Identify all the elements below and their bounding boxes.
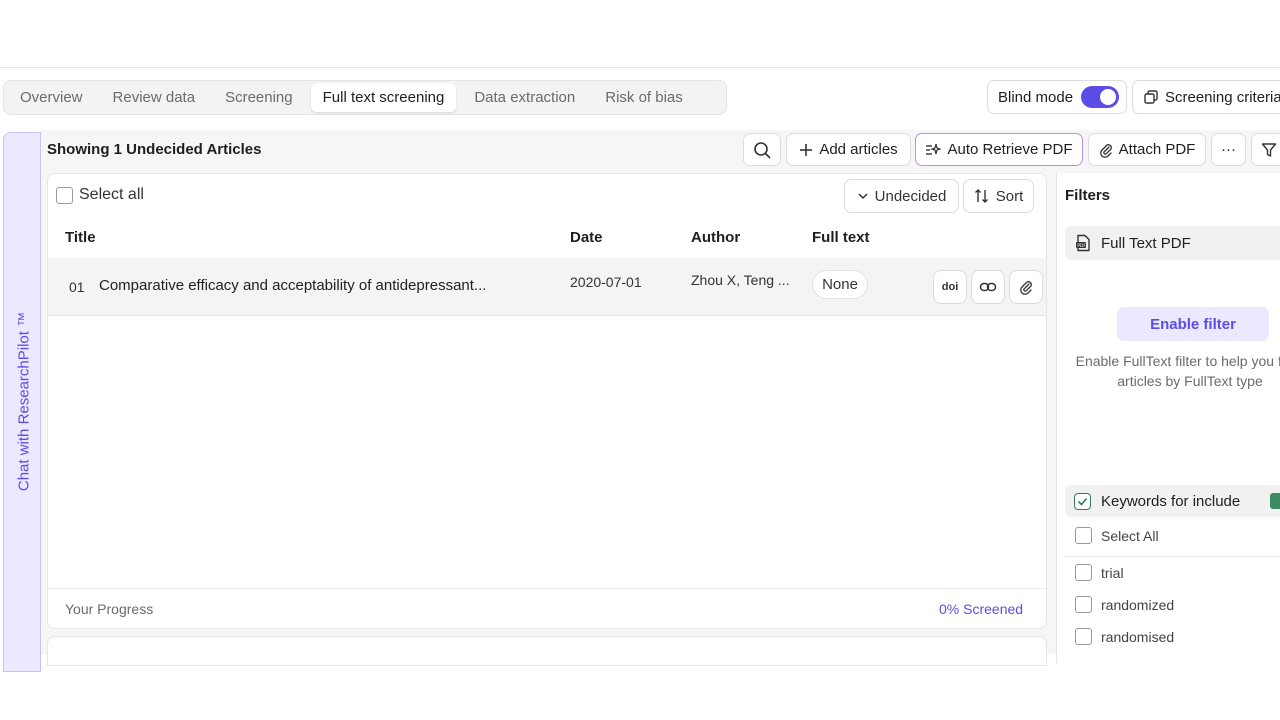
progress-label: Your Progress xyxy=(65,601,154,617)
attach-file-button[interactable] xyxy=(1009,270,1043,304)
status-filter-dropdown[interactable]: Undecided xyxy=(844,179,959,213)
keywords-include-filter[interactable]: Keywords for include xyxy=(1065,485,1280,517)
more-icon: ··· xyxy=(1221,141,1236,158)
tab-risk-of-bias[interactable]: Risk of bias xyxy=(593,83,695,112)
filter-divider xyxy=(1065,556,1280,557)
full-text-pdf-filter[interactable]: PDF Full Text PDF xyxy=(1065,226,1280,260)
keyword-trial-checkbox[interactable] xyxy=(1075,564,1092,581)
add-articles-label: Add articles xyxy=(819,141,898,158)
sparkle-lines-icon xyxy=(926,143,942,155)
link-icon xyxy=(979,282,997,292)
article-author: Zhou X, Teng ... xyxy=(691,272,790,288)
row-number: 01 xyxy=(69,279,85,295)
add-articles-button[interactable]: Add articles xyxy=(786,133,911,166)
blind-mode-control[interactable]: Blind mode xyxy=(987,80,1127,114)
attach-pdf-label: Attach PDF xyxy=(1118,141,1196,158)
article-date: 2020-07-01 xyxy=(570,274,642,290)
keyword-item-randomised[interactable]: randomised xyxy=(1075,628,1174,645)
keyword-select-all-label: Select All xyxy=(1101,527,1159,544)
chevron-down-icon xyxy=(858,193,868,200)
article-title[interactable]: Comparative efficacy and acceptability o… xyxy=(99,277,519,294)
screening-criteria-button[interactable]: Screening criteria xyxy=(1132,80,1280,114)
blind-mode-toggle[interactable] xyxy=(1081,86,1120,108)
keyword-randomised-label: randomised xyxy=(1101,628,1175,645)
paperclip-icon xyxy=(1020,281,1032,295)
search-button[interactable] xyxy=(743,133,781,166)
select-all-checkbox[interactable] xyxy=(56,186,73,204)
blind-mode-label: Blind mode xyxy=(998,88,1074,106)
doi-button[interactable]: doi xyxy=(933,270,967,304)
filter-button[interactable] xyxy=(1251,133,1280,166)
auto-retrieve-pdf-label: Auto Retrieve PDF xyxy=(947,141,1073,158)
tab-review-data[interactable]: Review data xyxy=(101,83,208,112)
paperclip-icon xyxy=(1099,143,1112,158)
svg-text:PDF: PDF xyxy=(1077,243,1086,249)
header-divider xyxy=(0,67,1280,68)
screening-criteria-label: Screening criteria xyxy=(1165,88,1280,106)
search-icon xyxy=(754,141,771,158)
sort-label: Sort xyxy=(995,187,1024,205)
keywords-count-badge xyxy=(1270,493,1280,509)
enable-filter-description: Enable FullText filter to help you filte… xyxy=(1075,353,1280,389)
keyword-select-all-checkbox[interactable] xyxy=(1075,527,1092,544)
link-button[interactable] xyxy=(971,270,1005,304)
tab-screening[interactable]: Screening xyxy=(213,83,305,112)
status-filter-label: Undecided xyxy=(874,187,947,205)
copy-icon xyxy=(1144,90,1158,104)
keyword-select-all[interactable]: Select All xyxy=(1075,527,1159,544)
column-header-date[interactable]: Date xyxy=(570,229,603,246)
articles-count-heading: Showing 1 Undecided Articles xyxy=(47,141,262,158)
tab-full-text-screening[interactable]: Full text screening xyxy=(310,83,457,112)
filters-title: Filters xyxy=(1065,187,1111,204)
chat-sidebar-toggle[interactable]: Chat with ResearchPilot ™ xyxy=(3,132,41,672)
select-all-label: Select all xyxy=(79,186,144,203)
full-text-pdf-label: Full Text PDF xyxy=(1101,234,1191,252)
auto-retrieve-pdf-button[interactable]: Auto Retrieve PDF xyxy=(915,133,1083,166)
sort-arrows-icon xyxy=(974,189,988,203)
keyword-trial-label: trial xyxy=(1101,564,1124,581)
keyword-randomized-label: randomized xyxy=(1101,596,1175,613)
column-header-title[interactable]: Title xyxy=(65,229,96,246)
full-text-status-badge: None xyxy=(812,270,868,299)
sort-button[interactable]: Sort xyxy=(963,179,1034,213)
check-icon xyxy=(1077,497,1088,506)
doi-icon: doi xyxy=(941,281,959,293)
app-window: Overview Review data Screening Full text… xyxy=(0,0,1280,720)
tab-overview[interactable]: Overview xyxy=(8,83,95,112)
keywords-include-label: Keywords for include xyxy=(1101,492,1241,510)
keyword-item-randomized[interactable]: randomized xyxy=(1075,596,1174,613)
pdf-file-icon: PDF xyxy=(1076,234,1090,252)
progress-divider xyxy=(48,588,1046,589)
keyword-randomized-checkbox[interactable] xyxy=(1075,596,1092,613)
attach-pdf-button[interactable]: Attach PDF xyxy=(1088,133,1206,166)
keyword-randomised-checkbox[interactable] xyxy=(1075,628,1092,645)
progress-value: 0% Screened xyxy=(939,601,1024,617)
filter-icon xyxy=(1261,142,1276,157)
enable-filter-button[interactable]: Enable filter xyxy=(1117,307,1269,341)
column-header-author[interactable]: Author xyxy=(691,229,740,246)
tab-bar: Overview Review data Screening Full text… xyxy=(3,80,727,115)
select-all-control[interactable]: Select all xyxy=(56,186,144,204)
secondary-card xyxy=(47,636,1047,666)
keywords-include-checkbox[interactable] xyxy=(1074,492,1091,510)
column-header-full-text[interactable]: Full text xyxy=(812,229,870,246)
more-options-button[interactable]: ··· xyxy=(1211,133,1246,166)
tab-data-extraction[interactable]: Data extraction xyxy=(462,83,587,112)
chat-sidebar-label: Chat with ResearchPilot ™ xyxy=(15,311,33,492)
keyword-item-trial[interactable]: trial xyxy=(1075,564,1124,581)
plus-icon xyxy=(800,143,813,156)
articles-list-card xyxy=(47,173,1047,629)
